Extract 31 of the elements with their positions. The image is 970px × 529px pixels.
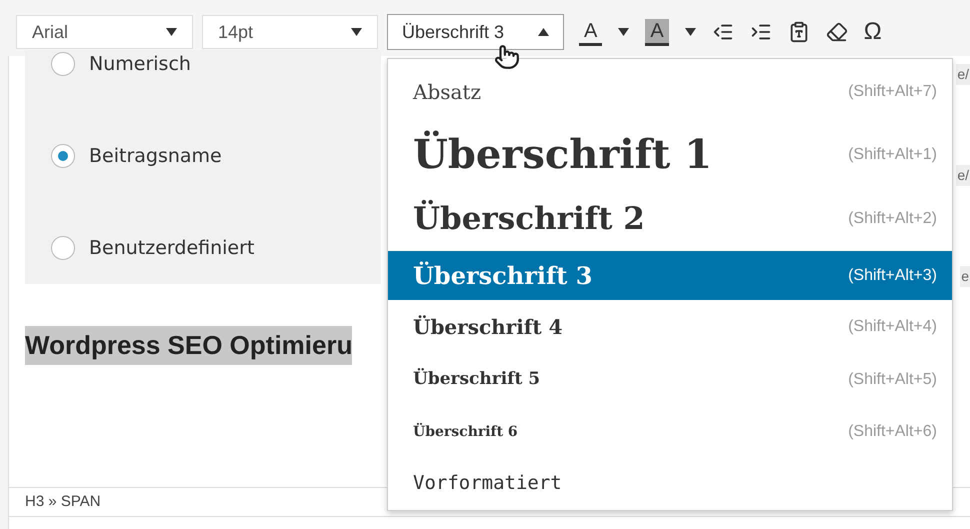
text-fragment: e (960, 266, 970, 287)
format-menu-item[interactable]: Überschrift 2 (Shift+Alt+2) (388, 187, 952, 251)
format-menu-item[interactable]: Überschrift 5 (Shift+Alt+5) (388, 354, 952, 406)
radio-label: Beitragsname (89, 144, 222, 169)
caret-icon (351, 28, 362, 36)
radio-label: Numerisch (89, 52, 191, 77)
text-fragment: e/ (956, 64, 970, 85)
format-menu-item[interactable]: Überschrift 3 (Shift+Alt+3) (388, 251, 952, 300)
text-color-button[interactable]: A (579, 18, 602, 46)
radio-button[interactable] (51, 52, 75, 76)
caret-icon (538, 28, 549, 36)
font-family-select[interactable]: Arial (16, 15, 193, 49)
special-character-button[interactable]: Ω (864, 14, 882, 50)
caret-icon (166, 28, 177, 36)
radio-button[interactable] (51, 236, 75, 260)
font-size-select[interactable]: 14pt (202, 15, 378, 49)
eraser-icon[interactable] (826, 21, 848, 43)
heading-text: Wordpress SEO Optimieru (25, 326, 352, 364)
caret-icon (684, 28, 696, 36)
format-menu-item[interactable]: Überschrift 6 (Shift+Alt+6) (388, 406, 952, 458)
radio-button[interactable] (51, 144, 75, 168)
format-menu-item[interactable]: Vorformatiert (388, 458, 952, 508)
element-path: H3 » SPAN (25, 492, 101, 512)
format-select[interactable]: Überschrift 3 (387, 14, 564, 50)
caret-icon (618, 28, 630, 36)
format-menu-item[interactable]: Überschrift 1 (Shift+Alt+1) (388, 123, 952, 187)
format-menu-item[interactable]: Absatz (Shift+Alt+7) (388, 61, 952, 123)
text-fragment: e/ (956, 165, 970, 186)
format-menu-item[interactable]: Überschrift 4 (Shift+Alt+4) (388, 300, 952, 354)
background-color-button[interactable]: A (645, 18, 669, 46)
radio-label: Benutzerdefiniert (89, 236, 254, 260)
